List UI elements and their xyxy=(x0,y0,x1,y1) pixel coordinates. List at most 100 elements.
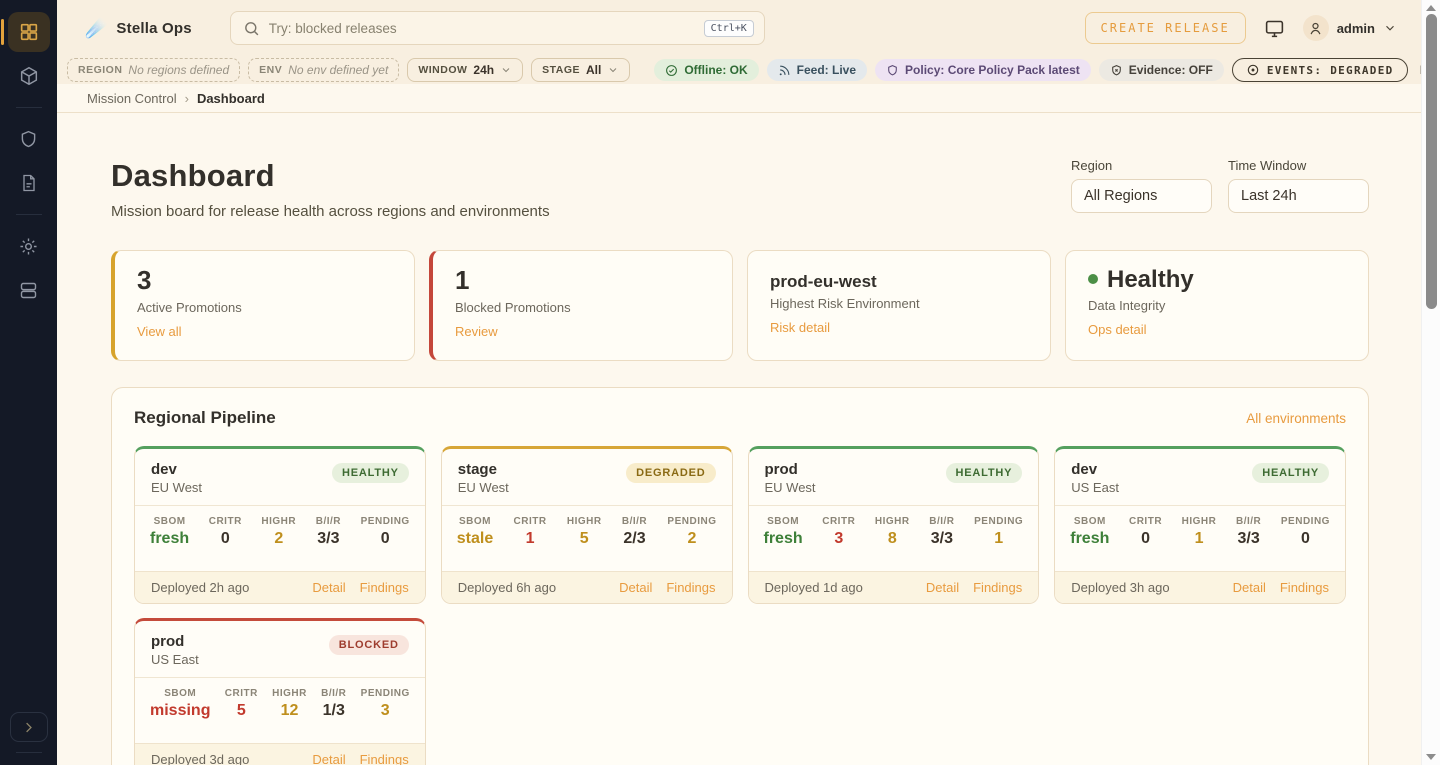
username: admin xyxy=(1337,21,1375,36)
detail-link[interactable]: Detail xyxy=(312,752,345,765)
stat-value: 5 xyxy=(225,702,258,720)
deployed-text: Deployed 6h ago xyxy=(458,580,556,595)
stat-label: B/I/R xyxy=(1236,516,1261,527)
events-status-text: EVENTS: DEGRADED xyxy=(1267,64,1394,77)
pipeline-card-prod-eu-west: prod EU West HEALTHY SBOMfresh CRITR3 HI… xyxy=(748,446,1040,604)
evidence-status-pill[interactable]: Evidence: OFF xyxy=(1099,59,1224,81)
blocked-promotions-label: Blocked Promotions xyxy=(455,300,710,315)
breadcrumb-parent[interactable]: Mission Control xyxy=(87,91,177,106)
sidebar-item-settings[interactable] xyxy=(8,226,50,266)
stat-label: CRITR xyxy=(209,516,242,527)
scrollbar[interactable] xyxy=(1421,0,1440,765)
global-search[interactable]: Ctrl+K xyxy=(230,11,765,45)
time-window-select[interactable]: Last 24h xyxy=(1228,179,1369,213)
monitor-icon[interactable] xyxy=(1264,18,1285,39)
region-name: US East xyxy=(1071,480,1119,495)
region-filter-label: REGION xyxy=(78,64,122,76)
evidence-status-text: Evidence: OFF xyxy=(1129,63,1213,77)
region-select[interactable]: All Regions xyxy=(1071,179,1212,213)
region-filter-pill[interactable]: REGION No regions defined xyxy=(67,58,240,82)
stat-label: B/I/R xyxy=(321,688,346,699)
ops-detail-link[interactable]: Ops detail xyxy=(1088,322,1147,337)
pipeline-card-prod-us-east: prod US East BLOCKED SBOMmissing CRITR5 … xyxy=(134,618,426,765)
brand: ☄️ Stella Ops xyxy=(85,19,192,37)
stat-label: HIGHR xyxy=(1182,516,1217,527)
detail-link[interactable]: Detail xyxy=(312,580,345,595)
deployed-text: Deployed 1d ago xyxy=(765,580,863,595)
deployed-text: Deployed 3d ago xyxy=(151,752,249,765)
stat-value: 0 xyxy=(1281,530,1330,548)
window-filter-pill[interactable]: WINDOW 24h xyxy=(407,58,523,82)
stat-label: SBOM xyxy=(150,516,189,527)
stat-value: 5 xyxy=(567,530,602,548)
sidebar-item-dashboard[interactable] xyxy=(8,12,50,52)
review-link[interactable]: Review xyxy=(455,324,498,339)
shield-icon xyxy=(18,129,39,150)
stat-label: PENDING xyxy=(667,516,716,527)
feed-status-text: Feed: Live xyxy=(797,63,856,77)
stage-filter-pill[interactable]: STAGE All xyxy=(531,58,630,82)
regional-pipeline-title: Regional Pipeline xyxy=(134,408,276,428)
findings-link[interactable]: Findings xyxy=(360,580,409,595)
risk-detail-link[interactable]: Risk detail xyxy=(770,320,830,335)
sidebar-divider xyxy=(16,752,42,753)
stat-value: 3/3 xyxy=(1236,530,1261,548)
scrollbar-thumb[interactable] xyxy=(1426,14,1437,309)
findings-link[interactable]: Findings xyxy=(666,580,715,595)
findings-link[interactable]: Findings xyxy=(360,752,409,765)
scroll-down-arrow[interactable] xyxy=(1426,754,1436,760)
server-stack-icon xyxy=(18,280,39,301)
page-title: Dashboard xyxy=(111,158,550,194)
findings-link[interactable]: Findings xyxy=(973,580,1022,595)
detail-link[interactable]: Detail xyxy=(619,580,652,595)
env-name: dev xyxy=(151,461,202,478)
stat-label: B/I/R xyxy=(929,516,954,527)
data-integrity-value-row: Healthy xyxy=(1088,266,1346,294)
topbar: ☄️ Stella Ops Ctrl+K CREATE RELEASE xyxy=(57,0,1421,56)
sidebar-item-releases[interactable] xyxy=(8,56,50,96)
stat-label: B/I/R xyxy=(622,516,647,527)
stat-value: 8 xyxy=(875,530,910,548)
detail-link[interactable]: Detail xyxy=(926,580,959,595)
status-badge: HEALTHY xyxy=(332,463,409,483)
all-environments-link[interactable]: All environments xyxy=(1246,411,1346,426)
user-menu[interactable]: admin xyxy=(1303,15,1397,41)
sidebar-item-documents[interactable] xyxy=(8,163,50,203)
stat-label: CRITR xyxy=(225,688,258,699)
chevron-down-icon xyxy=(500,64,512,76)
stat-value: 0 xyxy=(209,530,242,548)
offline-status-pill[interactable]: Offline: OK xyxy=(654,59,758,81)
policy-status-pill[interactable]: Policy: Core Policy Pack latest xyxy=(875,59,1091,81)
stage-filter-label: STAGE xyxy=(542,64,580,76)
view-all-link[interactable]: View all xyxy=(137,324,182,339)
sidebar-item-security[interactable] xyxy=(8,119,50,159)
pipeline-card-stage-eu-west: stage EU West DEGRADED SBOMstale CRITR1 … xyxy=(441,446,733,604)
feed-status-pill[interactable]: Feed: Live xyxy=(767,59,867,81)
dashboard-grid-icon xyxy=(18,21,40,43)
stat-value: 2/3 xyxy=(622,530,647,548)
stat-label: PENDING xyxy=(974,516,1023,527)
stat-label: PENDING xyxy=(1281,516,1330,527)
env-name: prod xyxy=(151,633,199,650)
events-status-pill[interactable]: EVENTS: DEGRADED xyxy=(1232,58,1408,82)
env-filter-label: ENV xyxy=(259,64,282,76)
detail-link[interactable]: Detail xyxy=(1233,580,1266,595)
scroll-up-arrow[interactable] xyxy=(1426,5,1436,11)
stat-label: HIGHR xyxy=(261,516,296,527)
context-filter-bar: REGION No regions defined ENV No env def… xyxy=(57,56,1421,84)
sidebar-collapse-button[interactable] xyxy=(10,712,48,742)
stat-value: 1 xyxy=(514,530,547,548)
findings-link[interactable]: Findings xyxy=(1280,580,1329,595)
data-integrity-label: Data Integrity xyxy=(1088,298,1346,313)
search-input[interactable] xyxy=(269,21,695,36)
sidebar-item-infrastructure[interactable] xyxy=(8,270,50,310)
gear-icon xyxy=(18,236,39,257)
stat-label: CRITR xyxy=(822,516,855,527)
person-icon xyxy=(1308,21,1323,36)
create-release-button[interactable]: CREATE RELEASE xyxy=(1085,12,1246,44)
avatar xyxy=(1303,15,1329,41)
stat-value: 3 xyxy=(361,702,410,720)
env-filter-pill[interactable]: ENV No env defined yet xyxy=(248,58,399,82)
active-promotions-label: Active Promotions xyxy=(137,300,392,315)
stat-label: PENDING xyxy=(361,516,410,527)
